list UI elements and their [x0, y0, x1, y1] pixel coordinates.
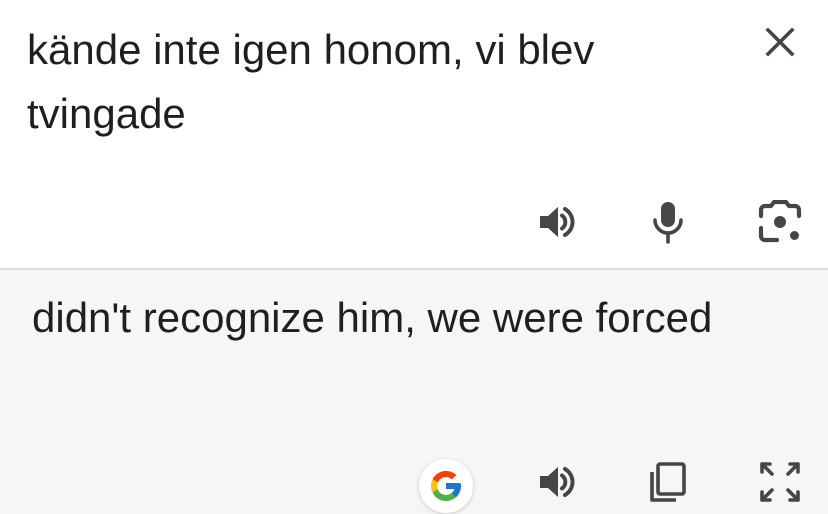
camera-lens-icon — [758, 200, 802, 243]
translation-listen-button[interactable] — [528, 454, 584, 510]
close-icon — [765, 27, 795, 57]
voice-input-button[interactable] — [640, 194, 696, 250]
copy-translation-button[interactable] — [640, 454, 696, 510]
camera-input-button[interactable] — [752, 194, 808, 250]
translate-screen: kände inte igen honom, vi blev tvingade — [0, 0, 828, 514]
source-text-input[interactable]: kände inte igen honom, vi blev tvingade — [27, 18, 727, 146]
source-listen-button[interactable] — [528, 194, 584, 250]
source-panel: kände inte igen honom, vi blev tvingade — [0, 0, 828, 268]
clear-button[interactable] — [756, 18, 804, 66]
google-search-button[interactable] — [419, 459, 473, 513]
translation-text: didn't recognize him, we were forced — [32, 294, 713, 341]
copy-icon — [650, 462, 686, 502]
fullscreen-icon — [760, 462, 800, 502]
microphone-icon — [653, 202, 683, 244]
speaker-icon — [540, 207, 575, 237]
fullscreen-button[interactable] — [752, 454, 808, 510]
result-panel: didn't recognize him, we were forced — [0, 270, 828, 514]
google-g-icon — [431, 471, 461, 501]
speaker-icon — [540, 467, 575, 497]
